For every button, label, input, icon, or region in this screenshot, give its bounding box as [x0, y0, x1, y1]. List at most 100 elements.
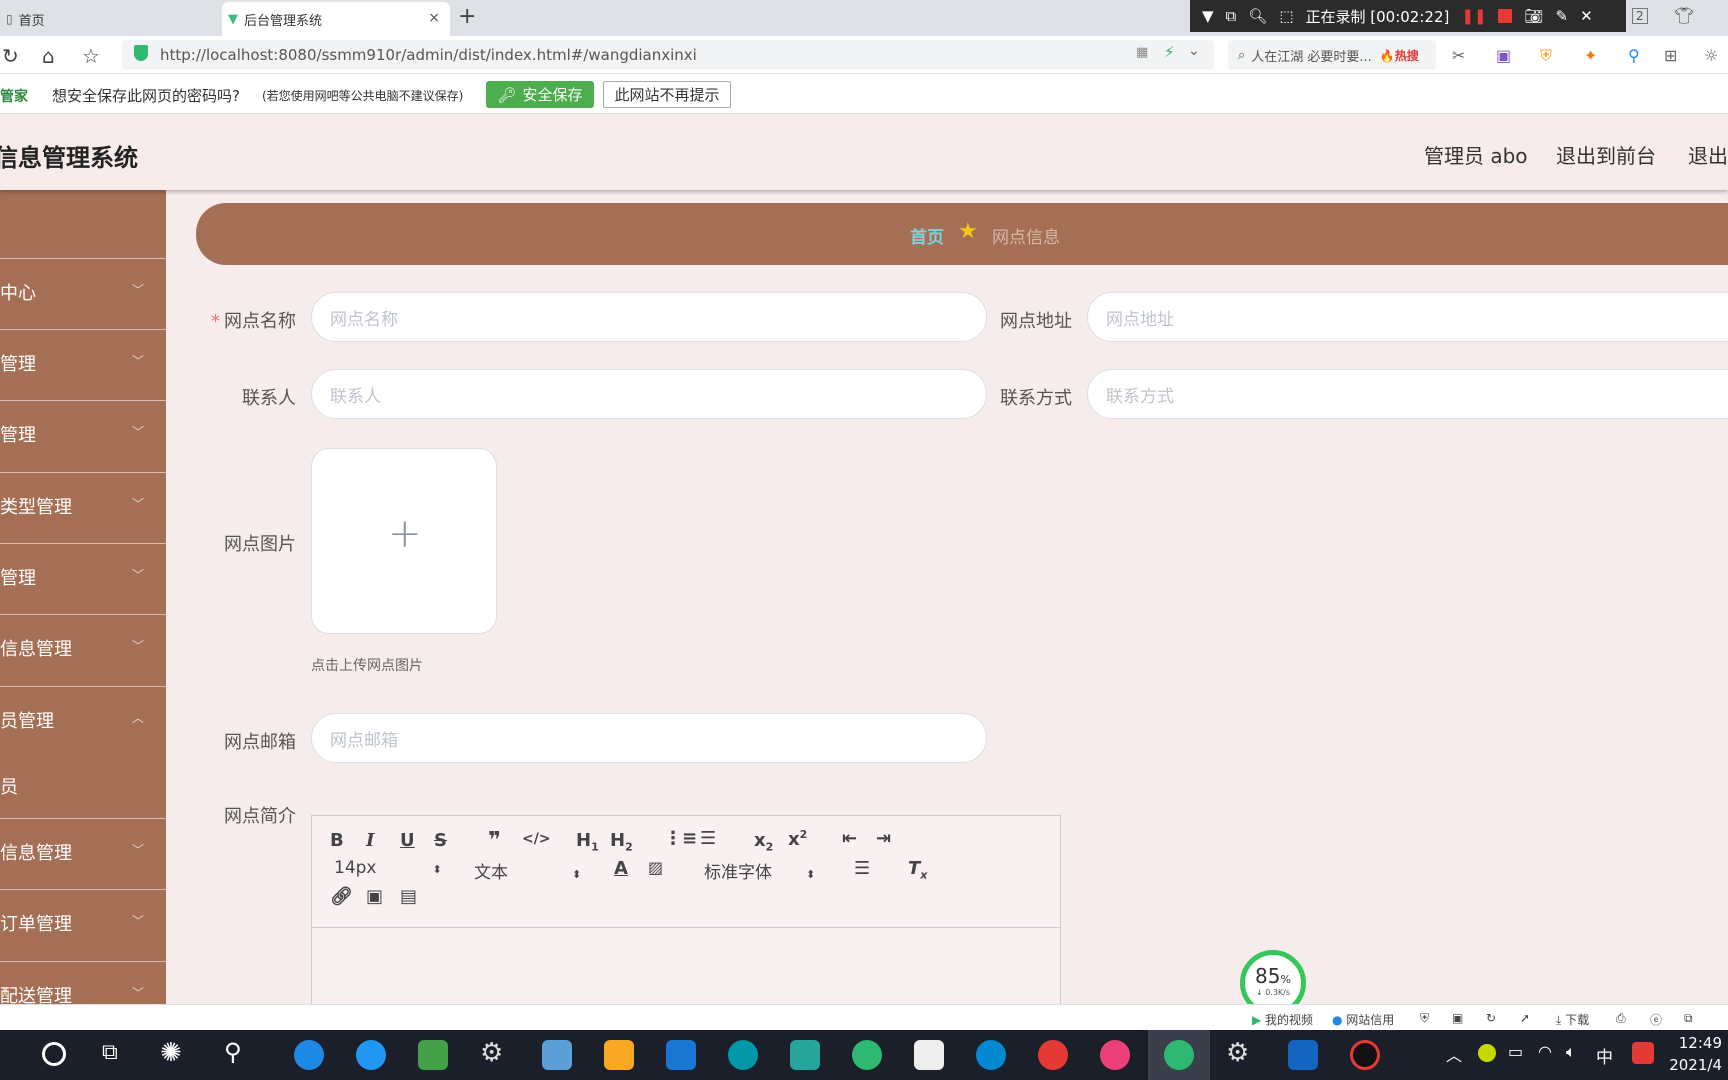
italic-icon[interactable]: I — [366, 830, 374, 851]
word-icon[interactable] — [1288, 1040, 1318, 1070]
window-icon[interactable]: ⧉ — [1684, 1011, 1693, 1026]
qr-icon[interactable]: ▦ — [1136, 45, 1148, 60]
pause-icon[interactable]: ❚❚ — [1461, 7, 1486, 25]
player-icon[interactable] — [790, 1040, 820, 1070]
exit-to-front-link[interactable]: 退出到前台 — [1556, 140, 1656, 169]
lightning-icon[interactable]: ⚡ — [1164, 43, 1175, 61]
reload-icon[interactable]: ↻ — [2, 44, 19, 68]
sidebar-subitem-label[interactable]: 员 — [0, 773, 18, 799]
image-icon[interactable]: ▣ — [366, 886, 383, 907]
volume-icon[interactable]: 🔈︎ — [1566, 1042, 1576, 1062]
cortana-icon[interactable] — [42, 1042, 66, 1066]
region-icon[interactable]: ⬚ — [1279, 7, 1293, 25]
blockquote-icon[interactable]: ❞ — [488, 828, 501, 853]
video-icon[interactable]: ▤ — [400, 886, 417, 907]
gear-app-icon[interactable]: ⚙ — [1226, 1038, 1249, 1068]
sidebar-item[interactable]: 管理 ﹀ — [0, 400, 166, 472]
settings-icon[interactable]: ⚙ — [480, 1038, 503, 1068]
editor-content-area[interactable] — [312, 928, 1060, 1014]
safe-save-button[interactable]: 🔑︎ 安全保存 — [486, 81, 594, 108]
address-bar[interactable]: http://localhost:8080/ssmm910r/admin/dis… — [122, 40, 1214, 70]
sidebar-item[interactable]: 类型管理 ﹀ — [0, 472, 166, 543]
sogou-icon[interactable] — [1632, 1042, 1654, 1064]
camera-icon[interactable]: 📷︎ — [1524, 7, 1543, 25]
star-icon[interactable]: ☆ — [82, 44, 100, 68]
speedtest-icon[interactable] — [728, 1040, 758, 1070]
wifi-icon[interactable]: ◠ — [1538, 1042, 1552, 1061]
flower-app-icon[interactable] — [1100, 1040, 1130, 1070]
tab-home[interactable]: ▯ 首页 — [0, 2, 218, 36]
sidebar-item[interactable]: 信息管理 ﹀ — [0, 818, 166, 889]
align-icon[interactable]: ☰ — [854, 858, 870, 879]
font-size-select[interactable]: 14px ⬍ — [334, 858, 442, 878]
shield-icon[interactable]: ⛨ — [1420, 1011, 1429, 1026]
breadcrumb-home[interactable]: 首页 — [910, 223, 944, 248]
background-color-icon[interactable]: ▨ — [648, 858, 663, 877]
sidebar-item[interactable]: 中心 ﹀ — [0, 258, 166, 329]
green-app-icon[interactable] — [852, 1040, 882, 1070]
tab-admin[interactable]: ▼ 后台管理系统 × — [222, 2, 450, 36]
iqiyi-icon[interactable] — [418, 1040, 448, 1070]
h1-icon[interactable]: H1 — [576, 830, 599, 854]
record-app-icon[interactable] — [1350, 1040, 1380, 1070]
image-icon[interactable]: ▣ — [1452, 1011, 1463, 1025]
search-icon[interactable]: 🔍︎ — [1248, 7, 1267, 25]
stop-icon[interactable] — [1498, 9, 1513, 23]
code-icon[interactable]: </> — [522, 831, 551, 847]
contact-input[interactable]: 联系人 — [311, 369, 987, 419]
chrome-icon[interactable] — [1038, 1040, 1068, 1070]
window-icon[interactable]: ⧉ — [1226, 7, 1237, 25]
k-app-icon[interactable] — [294, 1040, 324, 1070]
mail-icon[interactable] — [666, 1040, 696, 1070]
subscript-icon[interactable]: x2 — [754, 830, 773, 854]
email-input[interactable]: 网点邮箱 — [311, 713, 987, 763]
h2-icon[interactable]: H2 — [610, 830, 633, 854]
game-icon[interactable]: ✦ — [1584, 46, 1597, 65]
translate-icon[interactable]: ▣ — [1496, 46, 1511, 65]
address-input[interactable]: 网点地址 — [1087, 292, 1728, 342]
app-swirl-icon[interactable]: ✺ — [160, 1038, 182, 1068]
font-color-icon[interactable]: A — [614, 858, 628, 879]
image-upload-box[interactable]: + — [311, 448, 497, 634]
font-family-select[interactable]: 标准字体 ⬍ — [704, 858, 815, 883]
rocket-icon[interactable]: ➚ — [1520, 1011, 1530, 1025]
ordered-list-icon[interactable]: ⋮≡ — [664, 828, 697, 849]
name-input[interactable]: 网点名称 — [311, 292, 987, 342]
ie-icon[interactable]: ⓔ — [1650, 1011, 1662, 1028]
header-select[interactable]: 文本 ⬍ — [474, 858, 581, 883]
bullet-list-icon[interactable]: ☰ — [700, 828, 716, 849]
strike-icon[interactable]: S — [434, 830, 447, 851]
sidebar-item[interactable]: 管理 ﹀ — [0, 543, 166, 614]
clock-time[interactable]: 12:49 — [1679, 1034, 1722, 1052]
settings-icon[interactable]: ☼ — [1704, 46, 1718, 65]
home-icon[interactable]: ⌂ — [42, 44, 55, 68]
sidebar-item[interactable]: 管理 ﹀ — [0, 329, 166, 400]
file-explorer-icon[interactable] — [604, 1040, 634, 1070]
refresh-icon[interactable]: ↻ — [1486, 1011, 1496, 1025]
sidebar-item[interactable]: 订单管理 ﹀ — [0, 889, 166, 961]
news-app-icon[interactable] — [542, 1040, 572, 1070]
new-tab-button[interactable]: + — [458, 4, 476, 29]
bold-icon[interactable]: B — [330, 830, 344, 851]
sidebar-item-expanded[interactable]: 员管理 ︿ 员 — [0, 686, 166, 818]
print-icon[interactable]: ⎙ — [1616, 1011, 1626, 1026]
battery-icon[interactable]: ▭ — [1508, 1042, 1523, 1061]
close-tab-icon[interactable]: × — [428, 10, 440, 26]
phone-input[interactable]: 联系方式 — [1087, 369, 1728, 419]
download-link[interactable]: ⤓ 下载 — [1556, 1011, 1589, 1028]
close-icon[interactable]: ✕ — [1580, 7, 1593, 25]
magnifier-icon[interactable]: ⚲ — [1628, 46, 1640, 65]
teamviewer-icon[interactable] — [976, 1040, 1006, 1070]
indent-icon[interactable]: ⇥ — [876, 828, 891, 849]
ime-indicator[interactable]: 中 — [1596, 1043, 1613, 1068]
logout-link[interactable]: 退出 — [1688, 140, 1728, 169]
sidebar-item[interactable]: 信息管理 ﹀ — [0, 614, 166, 686]
search-box[interactable]: ⌕ 人在江湖 必要时要... 🔥热搜 — [1228, 40, 1436, 70]
360-browser-icon[interactable] — [1164, 1040, 1194, 1070]
sidebar-item[interactable]: 配送管理 ﹀ — [0, 961, 166, 1004]
outdent-icon[interactable]: ⇤ — [842, 828, 857, 849]
underline-icon[interactable]: U — [400, 830, 415, 851]
never-prompt-button[interactable]: 此网站不再提示 — [603, 81, 731, 108]
my-video-link[interactable]: ▶ 我的视频 — [1252, 1011, 1313, 1028]
shield-extension-icon[interactable]: ⛨ — [1540, 46, 1552, 66]
